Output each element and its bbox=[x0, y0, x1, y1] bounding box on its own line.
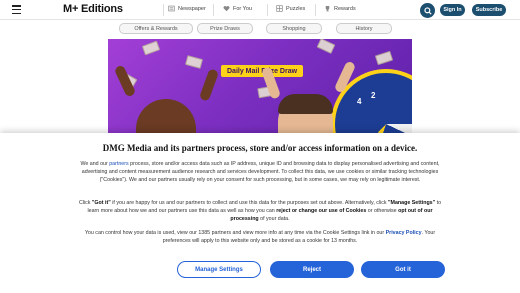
tab-shopping[interactable]: Shopping bbox=[266, 23, 322, 34]
top-bar: M+ Editions Newspaper For You Puzzles Re… bbox=[0, 0, 520, 20]
nav-item-newspaper[interactable]: Newspaper bbox=[168, 5, 206, 12]
person-image bbox=[136, 99, 196, 135]
person-image bbox=[278, 94, 333, 135]
tab-prize-draws[interactable]: Prize Draws bbox=[197, 23, 253, 34]
sign-in-button[interactable]: Sign In bbox=[440, 4, 465, 16]
trophy-icon bbox=[325, 6, 330, 12]
banknote-image bbox=[184, 55, 204, 69]
manage-settings-button[interactable]: Manage Settings bbox=[177, 261, 261, 278]
consent-text: of your data. bbox=[258, 216, 290, 222]
nav-divider bbox=[213, 4, 214, 16]
cookie-consent-dialog: DMG Media and its partners process, stor… bbox=[0, 133, 520, 293]
nav-item-puzzles[interactable]: Puzzles bbox=[276, 5, 305, 12]
heart-icon bbox=[223, 6, 230, 12]
nav-divider bbox=[315, 4, 316, 16]
section-tabs: Offers & Rewards Prize Draws Shopping Hi… bbox=[0, 23, 520, 35]
consent-paragraph-1: We and our partners process, store and/o… bbox=[78, 160, 442, 184]
banknote-image bbox=[316, 39, 336, 54]
newspaper-icon bbox=[168, 5, 175, 12]
wheel-number: 2 bbox=[371, 91, 376, 100]
nav-divider bbox=[163, 4, 164, 16]
consent-paragraph-3: You can control how your data is used, v… bbox=[78, 229, 442, 245]
consent-text: or otherwise bbox=[366, 208, 399, 214]
nav-item-for-you[interactable]: For You bbox=[223, 5, 252, 12]
menu-icon[interactable] bbox=[12, 5, 21, 14]
consent-text-bold: "Got it" bbox=[91, 200, 111, 206]
consent-text-bold: reject or change our use of Cookies bbox=[276, 208, 367, 214]
puzzle-icon bbox=[276, 5, 283, 12]
consent-text: You can control how your data is used, v… bbox=[84, 230, 386, 236]
consent-text: We and our bbox=[80, 161, 110, 167]
site-logo[interactable]: M+ Editions bbox=[63, 3, 123, 15]
banknote-image bbox=[374, 50, 394, 66]
tab-offers-rewards[interactable]: Offers & Rewards bbox=[119, 23, 193, 34]
consent-title: DMG Media and its partners process, stor… bbox=[102, 143, 418, 153]
search-button[interactable] bbox=[420, 3, 435, 18]
tab-history[interactable]: History bbox=[336, 23, 392, 34]
partners-link[interactable]: partners bbox=[109, 161, 128, 167]
wheel-number: 4 bbox=[357, 97, 362, 106]
nav-divider bbox=[267, 4, 268, 16]
got-it-button[interactable]: Got it bbox=[361, 261, 445, 278]
subscribe-button[interactable]: Subscribe bbox=[472, 4, 506, 16]
nav-label: Newspaper bbox=[178, 5, 206, 12]
prize-draw-banner[interactable]: Daily Mail Prize Draw 20 4 2 10 bbox=[108, 39, 412, 135]
reject-button[interactable]: Reject bbox=[270, 261, 354, 278]
consent-paragraph-2: Click "Got it" if you are happy for us a… bbox=[78, 199, 442, 223]
consent-text: if you are happy for us and our partners… bbox=[110, 200, 389, 206]
privacy-policy-link[interactable]: Privacy Policy bbox=[386, 230, 422, 236]
arm-image bbox=[198, 68, 220, 102]
search-icon bbox=[423, 6, 432, 15]
nav-label: Rewards bbox=[334, 5, 356, 12]
consent-text: Click bbox=[78, 200, 92, 206]
wheel-number: 20 bbox=[393, 85, 404, 95]
nav-item-rewards[interactable]: Rewards bbox=[324, 5, 356, 12]
banknote-image bbox=[141, 40, 161, 56]
nav-label: Puzzles bbox=[286, 5, 306, 12]
consent-text: process, store and/or access data such a… bbox=[81, 161, 440, 183]
nav-label: For You bbox=[233, 5, 252, 12]
consent-text-bold: "Manage Settings" bbox=[388, 200, 436, 206]
